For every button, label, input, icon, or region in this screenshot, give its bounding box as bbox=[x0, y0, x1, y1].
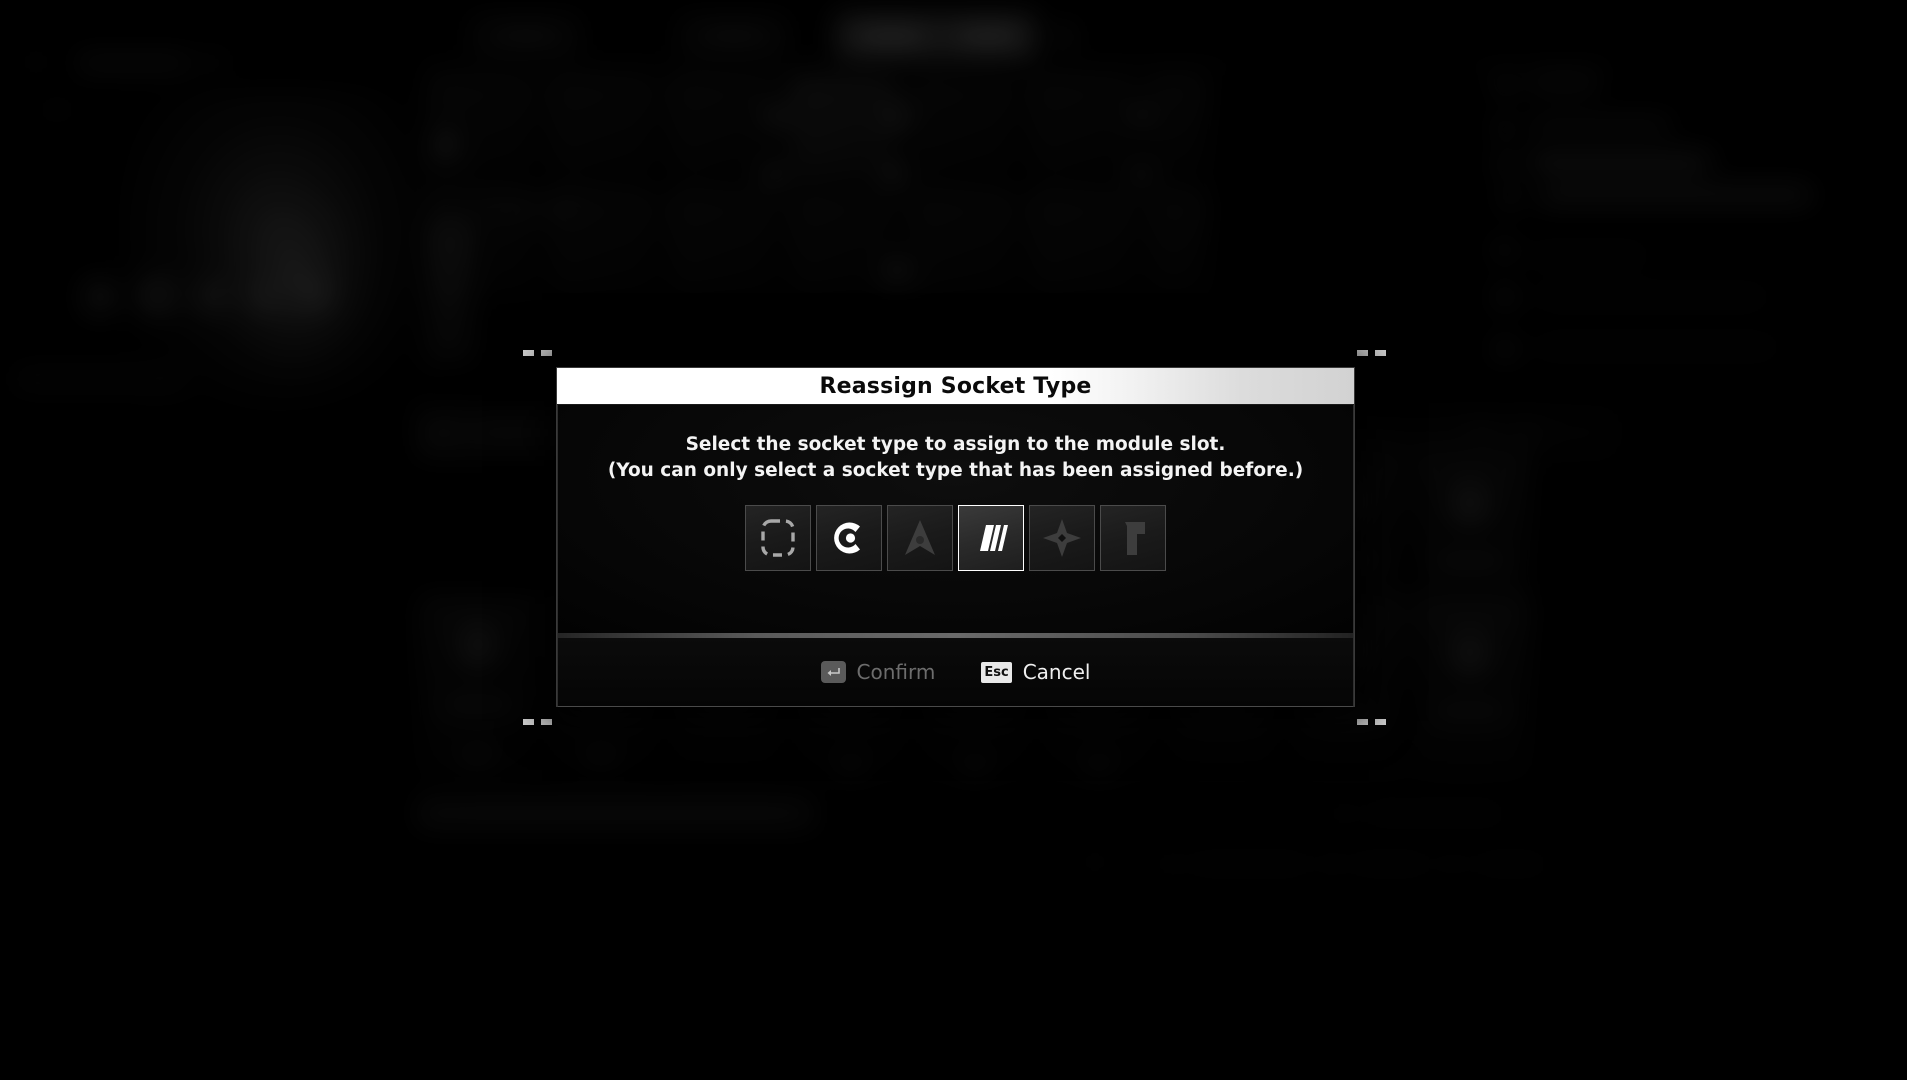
dashed-rounded-square-icon bbox=[760, 518, 796, 558]
confirm-button-label: Confirm bbox=[856, 660, 936, 684]
prompt-line-2: (You can only select a socket type that … bbox=[607, 459, 1304, 481]
triple-slash-bars-icon bbox=[971, 518, 1011, 558]
cancel-button[interactable]: Esc Cancel bbox=[981, 660, 1090, 684]
socket-type-list bbox=[745, 505, 1166, 572]
corner-marker-bottom-right-inner bbox=[1357, 719, 1368, 725]
cancel-button-label: Cancel bbox=[1022, 660, 1091, 684]
reassign-socket-type-dialog: Reassign Socket Type Select the socket t… bbox=[556, 367, 1355, 707]
esc-key-label: Esc bbox=[984, 664, 1009, 680]
dialog-title: Reassign Socket Type bbox=[819, 373, 1092, 399]
gamma-bracket-icon bbox=[1115, 517, 1151, 559]
c-ring-dot-icon bbox=[829, 518, 869, 558]
socket-option-arrowhead[interactable] bbox=[887, 505, 953, 572]
confirm-button[interactable]: Confirm bbox=[820, 660, 936, 684]
socket-option-omega[interactable] bbox=[816, 505, 882, 572]
socket-option-gamma[interactable] bbox=[1100, 505, 1166, 572]
corner-marker-top-right-inner bbox=[1357, 350, 1368, 356]
dialog-title-bar: Reassign Socket Type bbox=[557, 368, 1354, 408]
esc-key-badge: Esc bbox=[981, 661, 1012, 683]
prompt-line-1: Select the socket type to assign to the … bbox=[685, 434, 1226, 455]
enter-key-icon bbox=[820, 661, 846, 683]
socket-option-slash-bars[interactable] bbox=[958, 505, 1024, 572]
footer-divider bbox=[557, 633, 1354, 638]
dialog-body: Select the socket type to assign to the … bbox=[557, 405, 1354, 633]
dialog-footer: Confirm Esc Cancel bbox=[557, 638, 1354, 707]
corner-marker-top-right-outer bbox=[1375, 350, 1386, 356]
screen-root: Reassign Socket Type Select the socket t… bbox=[0, 0, 1907, 1080]
four-point-star-icon bbox=[1041, 517, 1083, 559]
socket-option-empty[interactable] bbox=[745, 505, 811, 572]
corner-marker-bottom-left-inner bbox=[541, 719, 552, 725]
socket-option-shuriken[interactable] bbox=[1029, 505, 1095, 572]
chevron-arrowhead-icon bbox=[900, 517, 940, 559]
corner-marker-bottom-left-outer bbox=[523, 719, 534, 725]
corner-marker-top-left-inner bbox=[541, 350, 552, 356]
corner-marker-bottom-right-outer bbox=[1375, 719, 1386, 725]
corner-marker-top-left-outer bbox=[523, 350, 534, 356]
